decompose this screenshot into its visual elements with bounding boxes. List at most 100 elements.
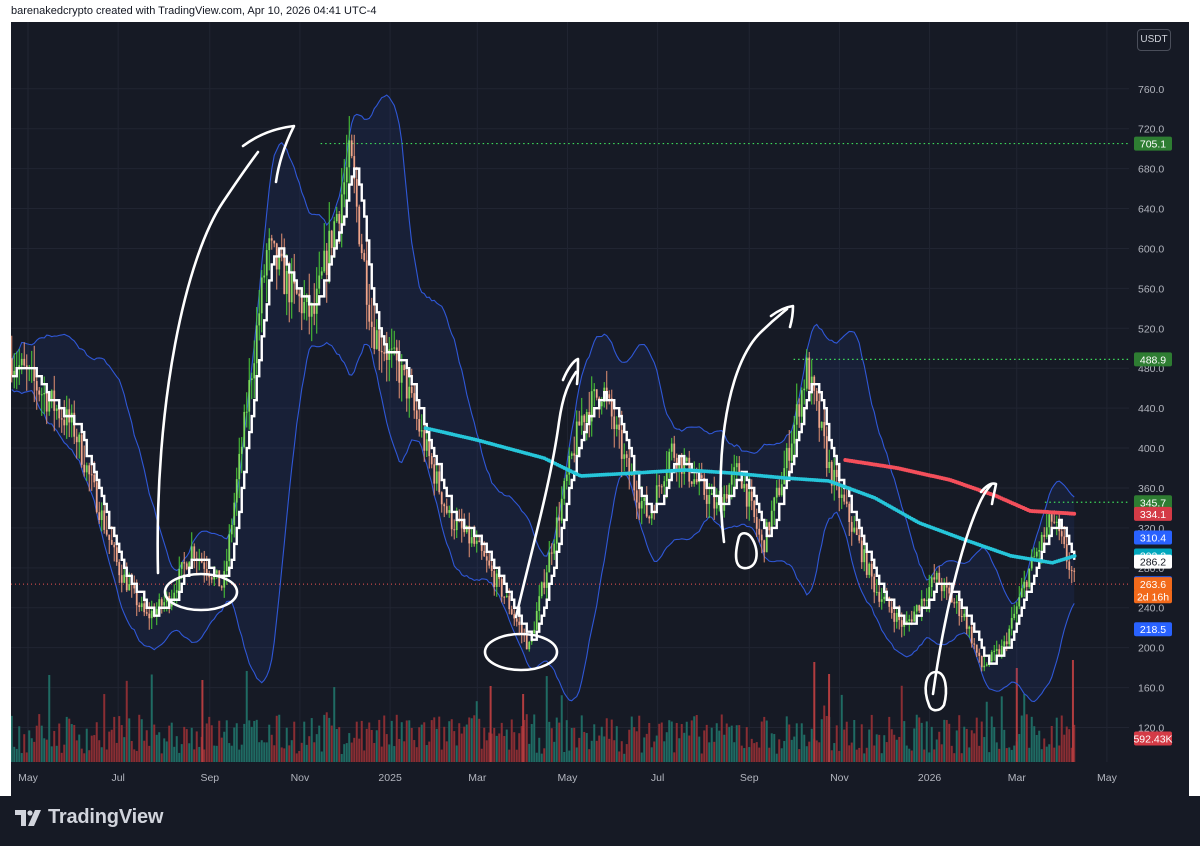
candle-body [48,400,51,412]
volume-bar [210,725,213,762]
volume-bar [893,734,896,762]
volume-bar [975,717,978,762]
candle-body [600,401,603,407]
candle-body [115,547,118,563]
volume-bar [358,738,361,762]
volume-bar [735,725,738,762]
volume-bar [275,715,278,762]
candle-body [318,275,321,289]
candle-body [660,486,663,488]
volume-bar [833,743,836,762]
volume-bar [715,723,718,762]
volume-bar [25,752,28,762]
candle-body [1040,534,1043,550]
candle-body [880,599,883,602]
volume-bar [370,730,373,762]
candle-body [803,388,806,391]
candle-body [528,641,531,650]
volume-spike [813,662,816,762]
volume-bar [140,719,143,762]
volume-bar [218,720,221,762]
volume-bar [958,715,961,762]
volume-bar [463,726,466,762]
volume-bar [643,737,646,762]
volume-bar [1003,729,1006,762]
price-label-text: 592.43K [1133,733,1172,745]
volume-bar [613,740,616,762]
tradingview-logo-text: TradingView [48,806,164,828]
volume-bar [470,718,473,762]
volume-bar [298,750,301,762]
volume-bar [40,725,43,762]
candle-body [643,497,646,501]
currency-selector-button[interactable]: USDT [1137,29,1171,51]
volume-bar [65,716,68,762]
time-tick-label: Mar [1008,772,1027,784]
volume-bar [198,746,201,762]
candle-body [890,606,893,613]
candle-body [780,484,783,496]
volume-bar [685,721,688,762]
volume-bar [713,741,716,762]
candle-body [848,503,851,522]
volume-bar [663,741,666,762]
volume-bar [133,749,136,762]
volume-bar [425,745,428,762]
volume-bar [758,747,761,762]
volume-bar [330,725,333,762]
volume-bar [880,753,883,762]
volume-bar [400,722,403,762]
candle-body [853,527,856,532]
volume-bar [295,753,298,762]
time-axis: May Jul Sep Nov 2025 Mar May Jul Sep Nov 2026 Mar Ma… [18,772,1200,784]
candle-body [593,389,596,392]
candle-body [823,421,826,437]
volume-bar [103,694,106,762]
volume-bar [1040,749,1043,762]
candlestick-chart[interactable]: May Jul Sep Nov 2025 Mar May Jul Sep Nov 2026 Mar Ma… [10,22,1200,796]
chart-caption: barenakedcrypto created with TradingView… [0,0,1200,22]
volume-bar [340,753,343,762]
volume-bar [445,741,448,762]
candle-body [1073,570,1076,572]
volume-bar [598,735,601,762]
volume-bar [678,738,681,762]
volume-bar [385,734,388,762]
volume-bar [233,727,236,762]
volume-bar [868,729,871,762]
tradingview-logo[interactable]: TradingView [15,806,163,829]
volume-bar [630,716,633,762]
volume-bar [315,734,318,762]
candle-body [315,288,318,314]
candle-body [148,613,151,619]
volume-bar [313,742,316,762]
candle-body [1050,514,1053,522]
volume-bar [670,721,673,762]
volume-bar [930,726,933,762]
volume-bar [163,738,166,762]
volume-bar [460,733,463,762]
candle-body [995,649,998,651]
candle-body [575,421,578,456]
volume-bar [700,753,703,762]
volume-bar [565,720,568,762]
volume-bar [73,725,76,762]
volume-bar [380,746,383,762]
candle-body [433,464,436,484]
candle-body [640,500,643,509]
chart-area[interactable]: May Jul Sep Nov 2025 Mar May Jul Sep Nov 2026 Mar Ma… [10,22,1200,796]
volume-bar [68,718,71,762]
volume-bar [618,751,621,762]
volume-bar [270,734,273,762]
time-tick-label: Nov [291,772,310,784]
volume-bar [885,742,888,762]
volume-bar [610,719,613,762]
volume-bar [403,741,406,762]
volume-bar [93,735,96,762]
candle-body [250,378,253,381]
volume-bar [848,745,851,762]
volume-bar [345,743,348,762]
volume-bar [280,747,283,762]
volume-bar [410,727,413,762]
candle-body [400,365,403,383]
